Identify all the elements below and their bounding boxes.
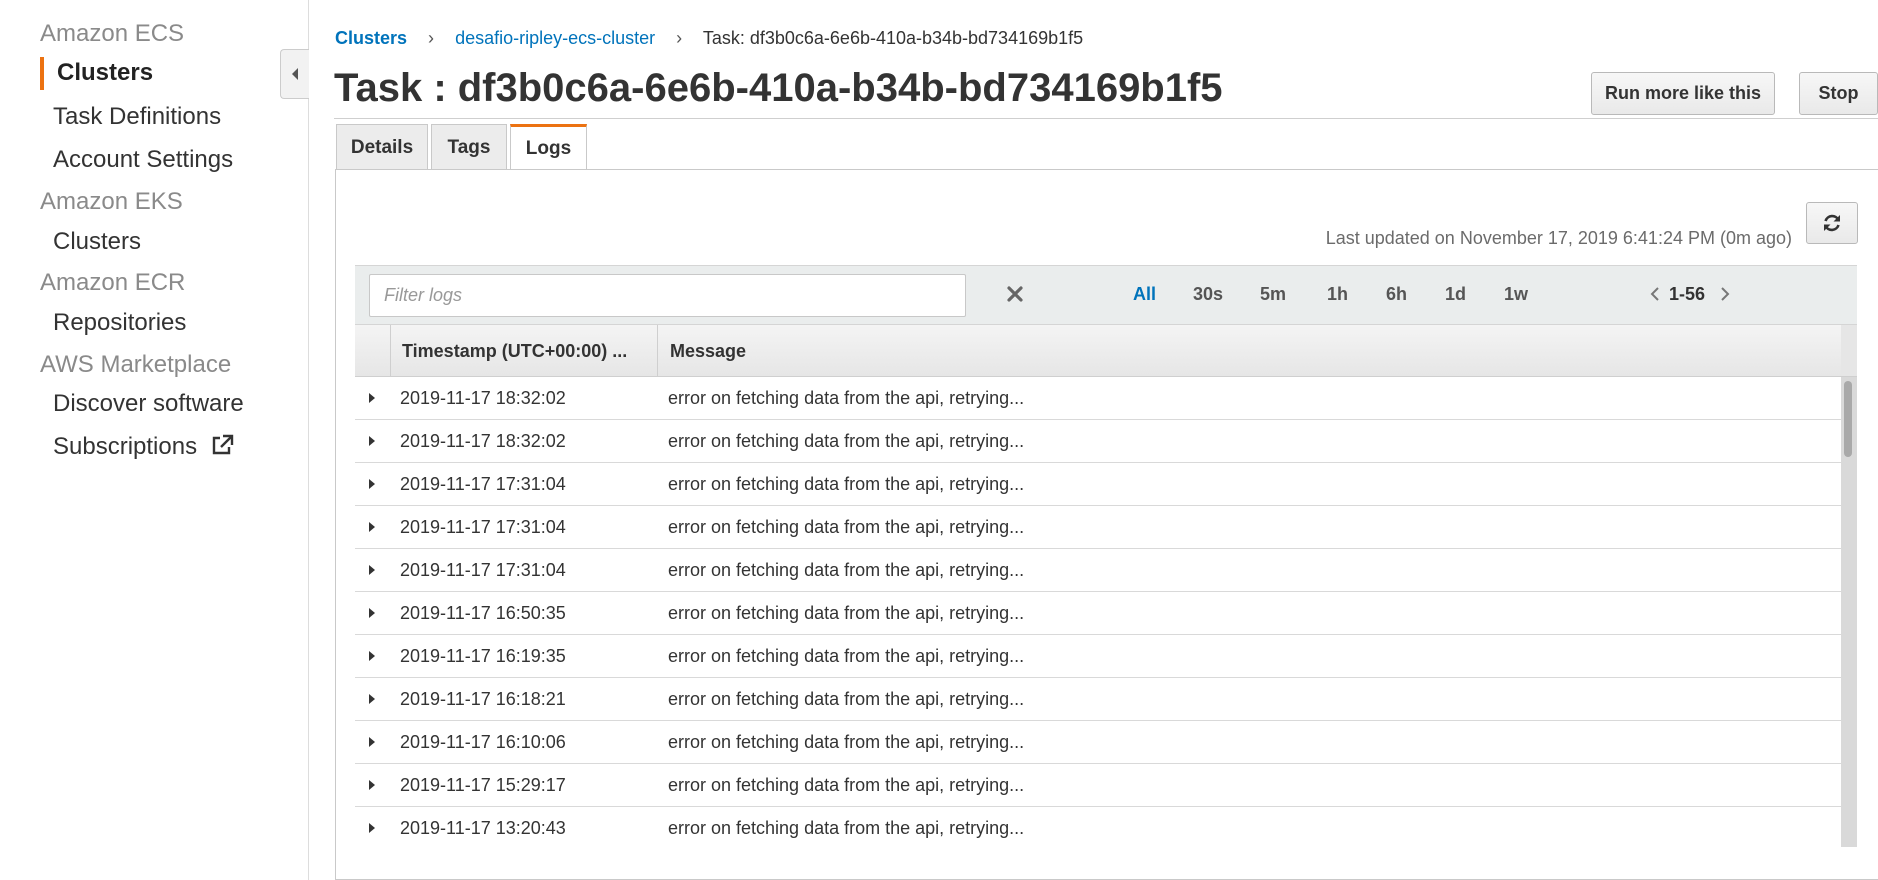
breadcrumb-cluster-link[interactable]: desafio-ripley-ecs-cluster xyxy=(455,28,655,48)
expand-row-icon[interactable] xyxy=(368,607,376,619)
last-updated-text: Last updated on November 17, 2019 6:41:2… xyxy=(1325,228,1792,248)
time-range-1w[interactable]: 1w xyxy=(1504,284,1528,305)
table-row[interactable]: 2019-11-17 16:18:21 error on fetching dat… xyxy=(355,678,1841,721)
table-row[interactable]: 2019-11-17 18:32:02 error on fetching dat… xyxy=(355,420,1841,463)
filter-logs-input[interactable] xyxy=(369,274,966,317)
row-timestamp: 2019-11-17 16:50:35 xyxy=(400,603,566,623)
sidebar-group-amazon-ecr: Amazon ECR xyxy=(40,269,186,296)
time-range-30s[interactable]: 30s xyxy=(1193,284,1223,305)
row-message: error on fetching data from the api, ret… xyxy=(668,517,1025,537)
row-message: error on fetching data from the api, ret… xyxy=(668,689,1025,709)
tab-tags[interactable]: Tags xyxy=(431,124,507,170)
row-timestamp: 2019-11-17 16:19:35 xyxy=(400,646,566,666)
sidebar-item-subscriptions[interactable]: Subscriptions xyxy=(53,433,234,461)
logs-toolbar: All 30s 5m 1h 6h 1d 1w 1-56 xyxy=(355,265,1857,324)
sidebar-item-ecs-clusters[interactable]: Clusters xyxy=(57,59,153,87)
table-row[interactable]: 2019-11-17 13:20:43 error on fetching dat… xyxy=(355,807,1841,847)
refresh-button[interactable] xyxy=(1806,202,1858,244)
row-message: error on fetching data from the api, ret… xyxy=(668,431,1025,451)
refresh-icon xyxy=(1824,214,1840,232)
sidebar-item-eks-clusters[interactable]: Clusters xyxy=(53,228,141,256)
table-row[interactable]: 2019-11-17 17:31:04 error on fetching dat… xyxy=(355,549,1841,592)
row-timestamp: 2019-11-17 18:32:02 xyxy=(400,431,566,451)
breadcrumb-clusters-link[interactable]: Clusters xyxy=(335,28,407,48)
row-timestamp: 2019-11-17 16:18:21 xyxy=(400,689,566,709)
row-timestamp: 2019-11-17 16:10:06 xyxy=(400,732,566,752)
chevron-right-icon: › xyxy=(676,28,683,48)
page-title: Task : df3b0c6a-6e6b-410a-b34b-bd734169b… xyxy=(334,66,1223,110)
sidebar-group-aws-marketplace: AWS Marketplace xyxy=(40,351,232,378)
expand-row-icon[interactable] xyxy=(368,736,376,748)
row-timestamp: 2019-11-17 15:29:17 xyxy=(400,775,566,795)
time-range-all[interactable]: All xyxy=(1133,284,1156,305)
tab-details[interactable]: Details xyxy=(336,124,428,170)
row-message: error on fetching data from the api, ret… xyxy=(668,775,1025,795)
tab-logs[interactable]: Logs xyxy=(510,124,587,171)
logs-scrollbar[interactable] xyxy=(1841,377,1857,847)
row-timestamp: 2019-11-17 13:20:43 xyxy=(400,818,566,838)
sidebar-item-account-settings[interactable]: Account Settings xyxy=(53,146,233,174)
clear-filter-icon[interactable] xyxy=(1006,285,1024,303)
logs-table-body: 2019-11-17 18:32:02 error on fetching dat… xyxy=(355,377,1841,847)
table-row[interactable]: 2019-11-17 16:10:06 error on fetching dat… xyxy=(355,721,1841,764)
row-timestamp: 2019-11-17 17:31:04 xyxy=(400,517,566,537)
row-message: error on fetching data from the api, ret… xyxy=(668,388,1025,408)
sidebar-item-subscriptions-label: Subscriptions xyxy=(53,433,198,460)
table-row[interactable]: 2019-11-17 17:31:04 error on fetching dat… xyxy=(355,463,1841,506)
logs-table-header: Timestamp (UTC+00:00) ... Message xyxy=(355,324,1841,378)
scroll-header-spacer xyxy=(1841,324,1857,377)
sidebar-group-amazon-ecs: Amazon ECS xyxy=(40,20,185,47)
row-message: error on fetching data from the api, ret… xyxy=(668,474,1025,494)
row-timestamp: 2019-11-17 17:31:04 xyxy=(400,474,566,494)
breadcrumb: Clusters › desafio-ripley-ecs-cluster › … xyxy=(335,28,1083,49)
table-row[interactable]: 2019-11-17 16:19:35 error on fetching dat… xyxy=(355,635,1841,678)
table-row[interactable]: 2019-11-17 17:31:04 error on fetching dat… xyxy=(355,506,1841,549)
expand-row-icon[interactable] xyxy=(368,822,376,834)
table-row[interactable]: 2019-11-17 16:50:35 error on fetching dat… xyxy=(355,592,1841,635)
stop-button[interactable]: Stop xyxy=(1799,72,1878,115)
next-page-icon[interactable] xyxy=(1719,285,1731,303)
row-timestamp: 2019-11-17 17:31:04 xyxy=(400,560,566,580)
column-divider xyxy=(657,325,658,378)
column-header-timestamp[interactable]: Timestamp (UTC+00:00) ... xyxy=(402,341,627,362)
row-message: error on fetching data from the api, ret… xyxy=(668,732,1025,752)
chevron-left-icon xyxy=(292,68,298,80)
scrollbar-thumb[interactable] xyxy=(1844,381,1852,457)
time-range-5m[interactable]: 5m xyxy=(1260,284,1286,305)
column-header-message[interactable]: Message xyxy=(670,341,746,362)
external-link-icon xyxy=(212,434,233,455)
time-range-1h[interactable]: 1h xyxy=(1327,284,1348,305)
title-divider xyxy=(334,118,1878,119)
expand-row-icon[interactable] xyxy=(368,478,376,490)
table-row[interactable]: 2019-11-17 15:29:17 error on fetching dat… xyxy=(355,764,1841,807)
pagination-range: 1-56 xyxy=(1669,284,1706,304)
table-row[interactable]: 2019-11-17 18:32:02 error on fetching dat… xyxy=(355,377,1841,420)
chevron-right-icon: › xyxy=(428,28,435,48)
expand-row-icon[interactable] xyxy=(368,779,376,791)
sidebar-active-indicator xyxy=(40,57,44,90)
previous-page-icon[interactable] xyxy=(1649,285,1661,303)
time-range-6h[interactable]: 6h xyxy=(1386,284,1407,305)
sidebar-collapse-button[interactable] xyxy=(280,49,309,99)
row-message: error on fetching data from the api, ret… xyxy=(668,560,1025,580)
row-timestamp: 2019-11-17 18:32:02 xyxy=(400,388,566,408)
row-message: error on fetching data from the api, ret… xyxy=(668,646,1025,666)
row-message: error on fetching data from the api, ret… xyxy=(668,818,1025,838)
time-range-1d[interactable]: 1d xyxy=(1445,284,1466,305)
sidebar-group-amazon-eks: Amazon EKS xyxy=(40,188,183,215)
expand-row-icon[interactable] xyxy=(368,564,376,576)
column-divider xyxy=(390,325,391,378)
sidebar-item-task-definitions[interactable]: Task Definitions xyxy=(53,103,221,131)
expand-row-icon[interactable] xyxy=(368,435,376,447)
sidebar: Amazon ECS Clusters Task Definitions Acc… xyxy=(0,0,309,880)
expand-row-icon[interactable] xyxy=(368,693,376,705)
breadcrumb-current: Task: df3b0c6a-6e6b-410a-b34b-bd734169b1… xyxy=(702,28,1084,48)
row-message: error on fetching data from the api, ret… xyxy=(668,603,1025,623)
expand-row-icon[interactable] xyxy=(368,521,376,533)
expand-row-icon[interactable] xyxy=(368,650,376,662)
run-more-like-this-button[interactable]: Run more like this xyxy=(1591,72,1775,115)
expand-row-icon[interactable] xyxy=(368,392,376,404)
sidebar-item-discover-software[interactable]: Discover software xyxy=(53,390,244,418)
sidebar-item-repositories[interactable]: Repositories xyxy=(53,309,186,337)
